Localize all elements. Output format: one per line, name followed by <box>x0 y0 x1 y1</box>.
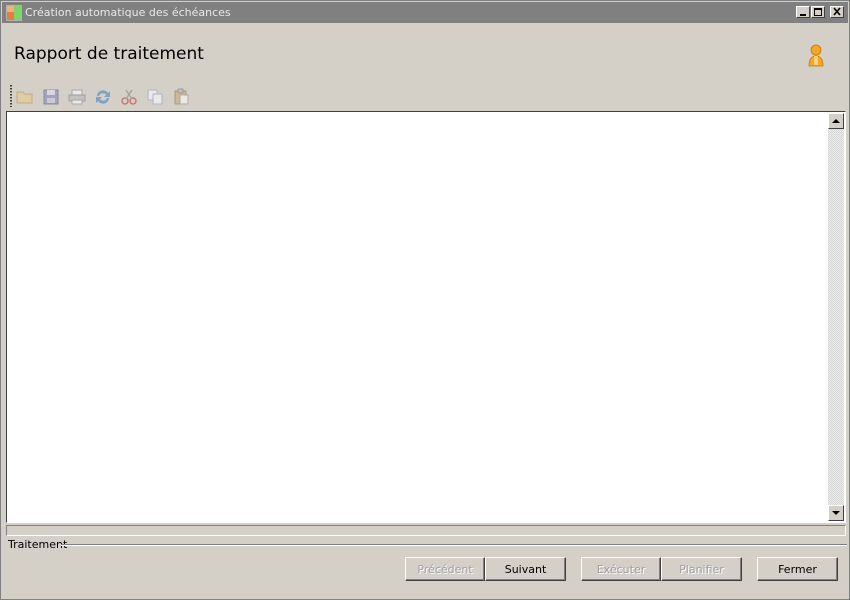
refresh-icon[interactable] <box>94 88 112 106</box>
maximize-icon <box>814 8 822 16</box>
cut-icon[interactable] <box>120 88 138 106</box>
print-icon[interactable] <box>68 88 86 106</box>
report-text-area[interactable] <box>6 111 846 523</box>
open-folder-icon[interactable] <box>16 88 34 106</box>
progress-bar <box>6 525 846 536</box>
arrow-down-icon <box>832 511 840 515</box>
scroll-up-button[interactable] <box>828 113 844 129</box>
schedule-button[interactable]: Planifier <box>661 557 742 581</box>
arrow-up-icon <box>832 119 840 123</box>
report-text[interactable] <box>9 114 825 520</box>
toolbar-grip[interactable] <box>10 85 12 107</box>
minimize-icon <box>800 14 806 16</box>
save-icon[interactable] <box>42 88 60 106</box>
page-title: Rapport de traitement <box>14 44 204 64</box>
scroll-down-button[interactable] <box>828 505 844 521</box>
title-bar[interactable]: Création automatique des échéances <box>2 2 848 23</box>
user-icon <box>808 44 824 67</box>
vertical-scrollbar[interactable] <box>828 113 844 521</box>
group-separator <box>61 544 847 546</box>
close-dialog-button[interactable]: Fermer <box>757 557 838 581</box>
previous-button[interactable]: Précédent <box>405 557 485 581</box>
window-title: Création automatique des échéances <box>25 6 231 19</box>
close-icon <box>833 7 841 16</box>
minimize-button[interactable] <box>796 6 810 18</box>
copy-icon[interactable] <box>146 88 164 106</box>
dialog-window: Création automatique des échéances Rappo… <box>0 0 850 600</box>
execute-button[interactable]: Exécuter <box>581 557 661 581</box>
close-button[interactable] <box>830 6 844 18</box>
maximize-button[interactable] <box>811 6 825 18</box>
group-label-traitement: Traitement <box>8 538 68 551</box>
paste-icon[interactable] <box>172 88 190 106</box>
app-icon <box>6 5 22 21</box>
next-button[interactable]: Suivant <box>485 557 566 581</box>
toolbar <box>7 85 207 109</box>
